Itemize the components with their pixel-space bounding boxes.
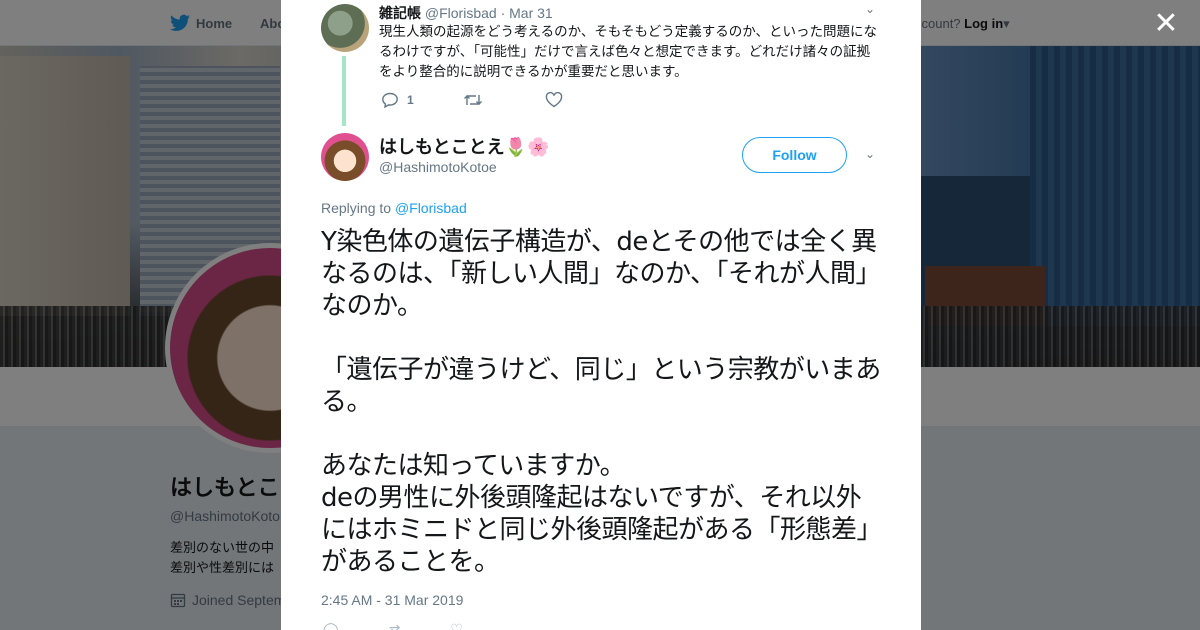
tweet-paragraph: Y染色体の遺伝子構造が、deとその他では全く異なるのは、「新しい人間」なのか、「… <box>321 227 881 321</box>
author-name[interactable]: はしもとことえ🌷🌸 <box>379 133 549 159</box>
chevron-down-icon[interactable]: ⌄ <box>865 2 875 16</box>
parent-date[interactable]: · Mar 31 <box>501 5 553 21</box>
parent-header: 雑記帳 @Florisbad · Mar 31 <box>379 3 553 23</box>
follow-button[interactable]: Follow <box>742 137 847 173</box>
close-icon[interactable]: ✕ <box>1150 8 1182 40</box>
retweet-icon <box>464 95 482 105</box>
reply-action[interactable]: 1 <box>381 92 463 108</box>
parent-actions: 1 <box>381 92 627 108</box>
parent-tweet-text: 現生人類の起源をどう考えるのか、そもそもどう定義するのか、といった問題になるわけ… <box>379 24 878 80</box>
replying-to-link[interactable]: @Florisbad <box>395 200 467 216</box>
tweet-line: deの男性に外後頭隆起はないですが、それ以外にはホミニドと同じ外後頭隆起がある「… <box>321 483 870 577</box>
author-avatar[interactable] <box>321 133 369 181</box>
parent-name[interactable]: 雑記帳 <box>379 5 421 21</box>
tweet-paragraph: あなたは知っていますか。 deの男性に外後頭隆起はないですが、それ以外にはホミニ… <box>321 450 881 578</box>
like-action[interactable] <box>545 92 627 108</box>
main-tweet-header: はしもとことえ🌷🌸 @HashimotoKotoe Follow ⌄ <box>281 125 921 195</box>
reply-icon <box>382 92 398 108</box>
retweet-icon[interactable]: ⇄ <box>389 622 401 630</box>
main-tweet-text: Y染色体の遺伝子構造が、deとその他では全く異なるのは、「新しい人間」なのか、「… <box>321 226 881 578</box>
replying-prefix: Replying to <box>321 200 392 216</box>
parent-tweet[interactable]: 雑記帳 @Florisbad · Mar 31 ⌄ 現生人類の起源をどう考えるの… <box>281 0 921 126</box>
parent-avatar[interactable] <box>321 4 369 52</box>
tweet-line: あなたは知っていますか。 <box>321 451 626 481</box>
like-icon <box>545 92 563 108</box>
reply-count: 1 <box>407 93 414 107</box>
parent-handle[interactable]: @Florisbad <box>425 5 497 21</box>
replying-to: Replying to @Florisbad <box>321 200 467 216</box>
main-tweet-actions: ◯ ⇄ ♡ <box>323 622 463 630</box>
tweet-permalink-modal: 雑記帳 @Florisbad · Mar 31 ⌄ 現生人類の起源をどう考えるの… <box>281 0 921 630</box>
tweet-timestamp[interactable]: 2:45 AM - 31 Mar 2019 <box>321 592 463 608</box>
author-handle[interactable]: @HashimotoKotoe <box>379 159 497 175</box>
reply-icon[interactable]: ◯ <box>323 622 339 630</box>
tweet-paragraph: 「遺伝子が違うけど、同じ」という宗教がいまある。 <box>321 355 881 417</box>
retweet-action[interactable] <box>463 92 545 108</box>
like-icon[interactable]: ♡ <box>450 622 463 630</box>
thread-line <box>342 56 346 126</box>
chevron-down-icon[interactable]: ⌄ <box>865 147 875 161</box>
